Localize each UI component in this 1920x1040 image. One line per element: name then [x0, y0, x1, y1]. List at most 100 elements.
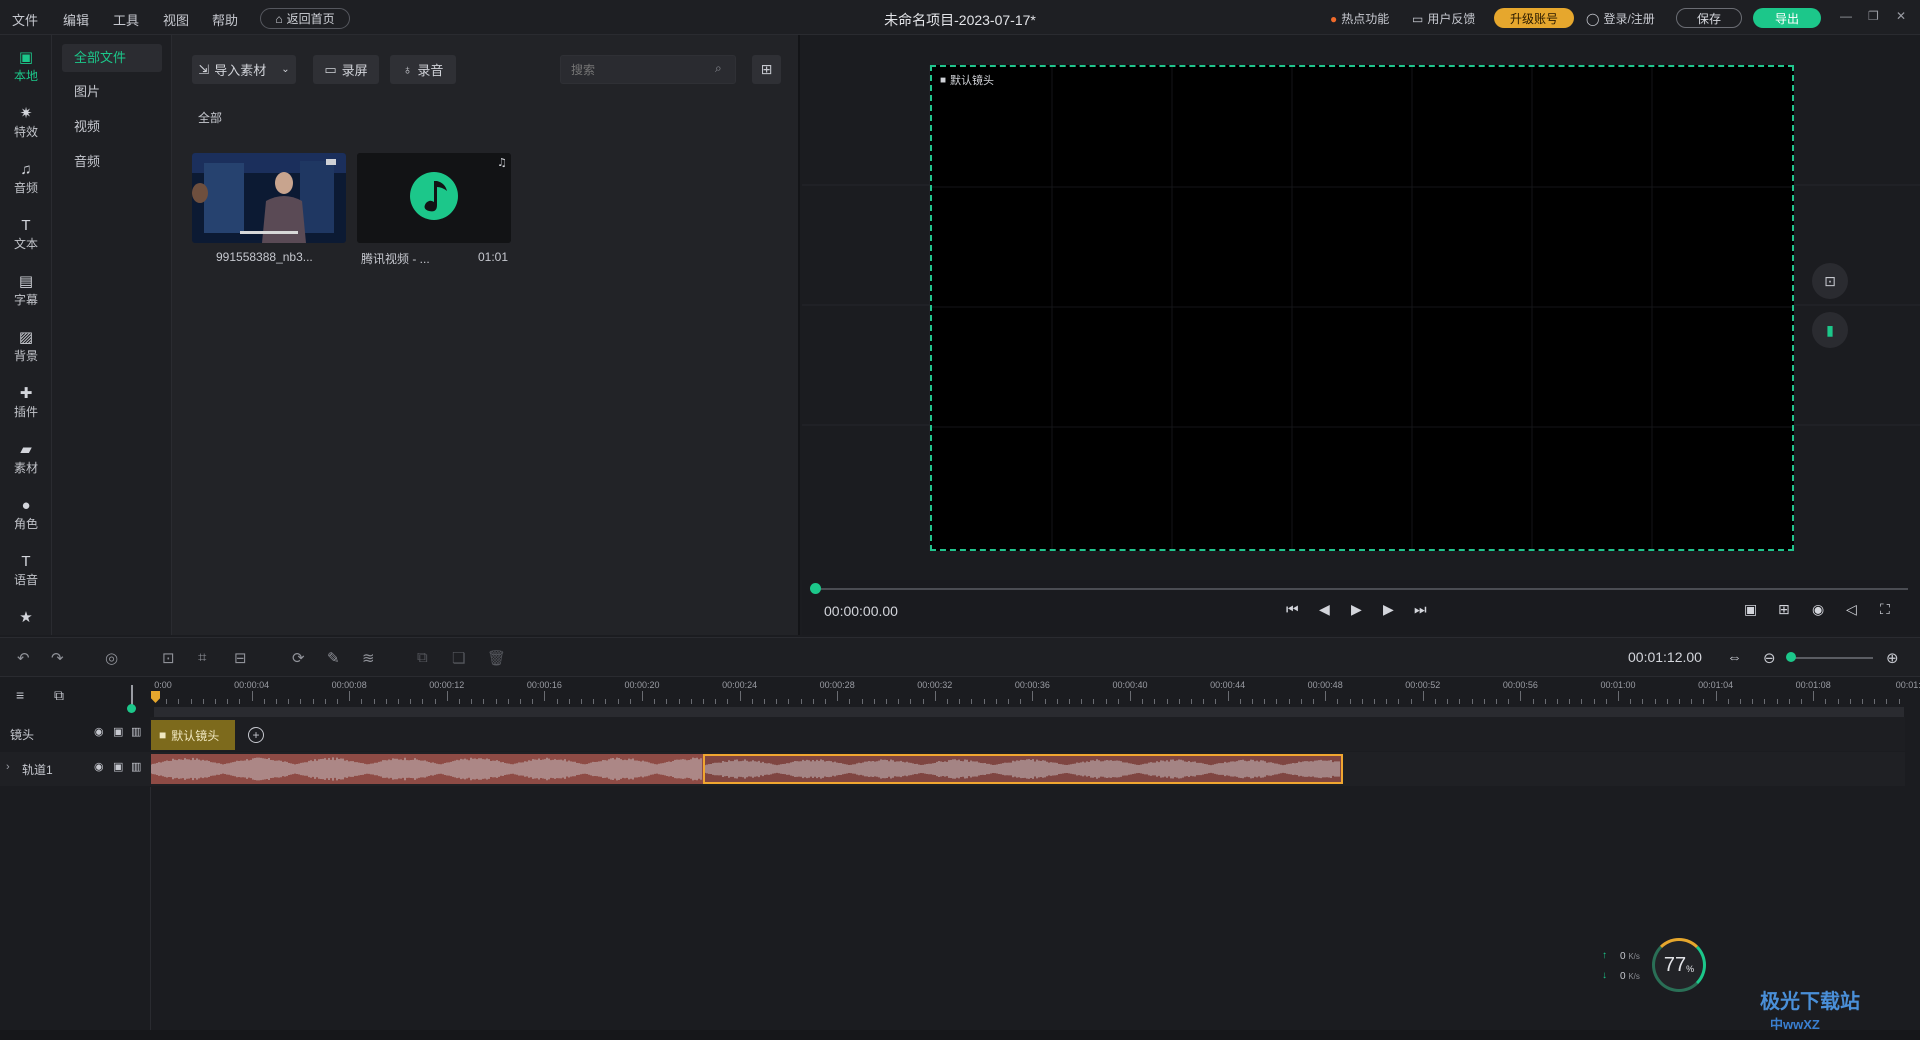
menu-tools[interactable]: 工具 — [113, 10, 139, 29]
timeline-cursor-handle[interactable] — [127, 704, 136, 713]
menu-edit[interactable]: 编辑 — [63, 10, 89, 29]
fullscreen-icon[interactable]: ⛶ — [1880, 601, 1890, 618]
sidebar-item-plugin[interactable]: ✚ 插件 — [0, 385, 52, 420]
sidebar-item-effects[interactable]: ✷ 特效 — [0, 105, 52, 140]
skip-to-end-icon[interactable]: ⏭ — [1414, 601, 1427, 618]
edit-icon[interactable]: ✎ — [327, 649, 340, 667]
track-header-audio: › 轨道1 ◉ ▣ ▥ — [0, 752, 150, 786]
stage-label-text: 默认镜头 — [950, 75, 995, 87]
play-icon[interactable]: ▶ — [1351, 601, 1362, 618]
export-button[interactable]: 导出 — [1753, 8, 1821, 28]
track-settings-icon[interactable]: ≡ — [16, 687, 24, 703]
zoom-slider-handle[interactable] — [1786, 652, 1796, 662]
login-button[interactable]: ◯ 登录/注册 — [1586, 10, 1655, 27]
sidebar-item-character[interactable]: ● 角色 — [0, 497, 52, 532]
add-camera-button[interactable]: + — [248, 727, 264, 743]
media-item-video[interactable] — [192, 153, 346, 243]
step-back-icon[interactable]: ◀ — [1319, 601, 1330, 618]
fit-timeline-icon[interactable]: ⇔ — [1727, 649, 1742, 666]
video-stage[interactable]: ■ 默认镜头 — [930, 65, 1794, 551]
progress-handle[interactable] — [810, 583, 821, 594]
return-home-button[interactable]: ⌂ 返回首页 — [260, 8, 350, 29]
sidebar-item-subtitle[interactable]: ▤ 字幕 — [0, 273, 52, 308]
audio-clip-selected[interactable] — [703, 754, 1343, 784]
step-forward-icon[interactable]: ▶ — [1383, 601, 1394, 618]
ruler-tick-label: 00:00:12 — [429, 680, 465, 690]
skip-to-start-icon[interactable]: ⏮ — [1286, 601, 1299, 618]
grid-overlay-icon[interactable]: ⊞ — [1778, 601, 1790, 618]
media-item-audio[interactable]: ♫ — [357, 153, 511, 243]
trash-icon[interactable]: ▥ — [131, 760, 141, 773]
sidebar-item-text[interactable]: T 文本 — [0, 217, 52, 252]
audio-clip[interactable] — [151, 754, 703, 784]
ruler-tick — [507, 699, 509, 704]
category-all-files[interactable]: 全部文件 — [62, 44, 162, 72]
progress-track[interactable] — [814, 588, 1908, 590]
restore-icon[interactable]: ❐ — [1868, 9, 1879, 23]
menu-view[interactable]: 视图 — [163, 10, 189, 29]
eye-icon[interactable]: ◉ — [94, 760, 104, 773]
lock-icon[interactable]: ▣ — [113, 725, 123, 738]
time-ruler[interactable]: 0:00 00:00:04 00:00:08 00:00:12 00:00:16 00:0… — [150, 677, 1920, 717]
hot-features-button[interactable]: ● 热点功能 — [1330, 10, 1389, 27]
search-icon[interactable]: ⌕ — [715, 61, 722, 76]
category-audio[interactable]: 音频 — [62, 148, 162, 176]
paste-icon[interactable]: ⧉ — [417, 649, 428, 666]
close-icon[interactable]: ✕ — [1896, 9, 1906, 23]
fit-screen-button[interactable]: ⊡ — [1812, 263, 1848, 299]
menu-file[interactable]: 文件 — [12, 10, 38, 29]
eye-icon[interactable]: ◉ — [94, 725, 104, 738]
lock-icon[interactable]: ▣ — [113, 760, 123, 773]
screen-settings-icon[interactable]: ▣ — [1744, 601, 1757, 618]
add-track-icon[interactable]: ⧉ — [54, 687, 64, 704]
ruler-tick-label: 00:01:00 — [1600, 680, 1636, 690]
sidebar-item-material[interactable]: ▰ 素材 — [0, 441, 52, 476]
record-icon[interactable]: ◎ — [105, 649, 118, 667]
replace-icon[interactable]: ⟳ — [292, 649, 305, 667]
feedback-button[interactable]: ▭ 用户反馈 — [1412, 10, 1475, 27]
record-screen-button[interactable]: ▭ 录屏 — [313, 55, 379, 84]
crop-icon[interactable]: ⌗ — [198, 649, 206, 666]
record-audio-button[interactable]: ♁ 录音 — [390, 55, 456, 84]
zoom-out-icon[interactable]: ⊖ — [1763, 649, 1776, 667]
sidebar-item-voice[interactable]: T 语音 — [0, 553, 52, 588]
sidebar-item-audio[interactable]: ♫ 音频 — [0, 161, 52, 196]
sidebar-item-favorite[interactable]: ★ — [0, 609, 52, 627]
usage-gauge[interactable]: 77% — [1652, 938, 1706, 992]
menu-help[interactable]: 帮助 — [212, 10, 238, 29]
category-images[interactable]: 图片 — [62, 78, 162, 106]
lock-button[interactable]: ▮ — [1812, 312, 1848, 348]
material-icon: ▰ — [20, 441, 32, 458]
trash-icon[interactable]: ▥ — [131, 725, 141, 738]
ruler-tick — [373, 699, 375, 704]
camera-lane — [150, 717, 1905, 751]
expand-chevron-icon[interactable]: › — [6, 761, 10, 773]
copy-icon[interactable]: ❏ — [452, 649, 465, 667]
delete-icon[interactable]: 🗑 — [487, 649, 506, 667]
ruler-tick — [324, 699, 326, 704]
import-media-button[interactable]: ⇲ 导入素材 ⌄ — [192, 55, 296, 84]
redo-icon[interactable]: ↷ — [51, 649, 64, 667]
upgrade-account-button[interactable]: 升级账号 — [1494, 8, 1574, 28]
grid-view-toggle[interactable]: ⊞ — [752, 55, 781, 84]
fit-icon[interactable]: ⊡ — [162, 649, 175, 667]
snapshot-icon[interactable]: ◉ — [1812, 601, 1824, 618]
minimize-icon[interactable]: — — [1840, 9, 1852, 23]
zoom-in-icon[interactable]: ⊕ — [1886, 649, 1899, 667]
zoom-slider[interactable] — [1791, 657, 1873, 659]
sidebar-item-background[interactable]: ▨ 背景 — [0, 329, 52, 364]
category-videos[interactable]: 视频 — [62, 113, 162, 141]
background-icon: ▨ — [18, 329, 34, 346]
save-button[interactable]: 保存 — [1676, 8, 1742, 28]
undo-icon[interactable]: ↶ — [17, 649, 30, 667]
camera-clip[interactable]: ■ 默认镜头 — [151, 720, 235, 750]
ruler-tick — [459, 699, 460, 704]
sidebar-item-local[interactable]: ▣ 本地 — [0, 49, 52, 84]
split-icon[interactable]: ⊟ — [234, 649, 247, 667]
ruler-tick-label: 00:01:08 — [1795, 680, 1831, 690]
volume-icon[interactable]: ◁ — [1846, 601, 1857, 618]
ruler-tick — [446, 691, 448, 701]
ruler-tick — [1008, 699, 1009, 704]
layers-icon[interactable]: ≋ — [362, 649, 375, 667]
search-input[interactable] — [560, 55, 736, 84]
